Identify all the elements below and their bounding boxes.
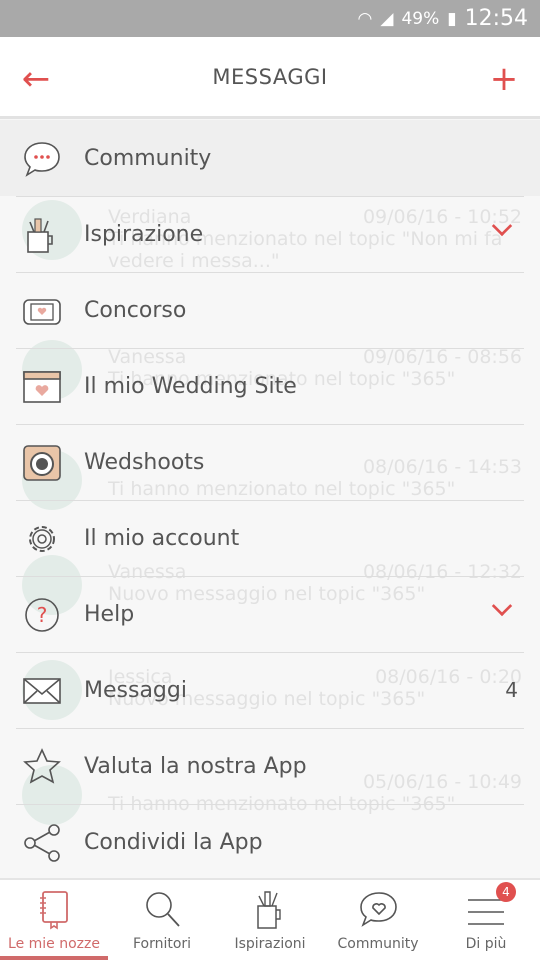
tab-community[interactable]: Community [324, 880, 432, 960]
status-bar: ◠ ◢ 49% ▮ 12:54 [0, 0, 540, 37]
bottom-navigation: Le mie nozze Fornitori Ispirazioni Commu… [0, 878, 540, 960]
tab-label: Ispirazioni [234, 936, 306, 952]
chat-bubble-icon [24, 142, 60, 177]
menu-label: Condividi la App [84, 829, 263, 855]
ticket-icon [23, 299, 61, 325]
battery-percent: 49% [401, 8, 440, 29]
chevron-down-icon[interactable] [491, 215, 513, 237]
page-title: MESSAGGI [212, 64, 328, 89]
menu-label: Ispirazione [84, 221, 204, 247]
menu-item-wedding-site[interactable]: Il mio Wedding Site [0, 348, 540, 424]
help-icon: ? [25, 598, 59, 632]
menu-label: Wedshoots [84, 449, 205, 475]
svg-text:?: ? [37, 603, 48, 627]
arrow-left-icon: ← [21, 59, 51, 99]
add-button[interactable]: + [484, 59, 524, 99]
brush-cup-icon [27, 218, 53, 253]
gear-icon [29, 526, 55, 552]
star-icon [23, 748, 61, 784]
menu-item-wedshoots[interactable]: Wedshoots [0, 424, 540, 500]
menu-label: Il mio Wedding Site [84, 373, 297, 399]
menu-item-messaggi[interactable]: Messaggi 4 [0, 652, 540, 728]
menu-item-community[interactable]: Community [0, 120, 540, 196]
camera-icon [23, 445, 61, 481]
tab-label: Le mie nozze [8, 936, 100, 952]
chevron-down-icon[interactable] [491, 595, 513, 617]
back-button[interactable]: ← [16, 59, 56, 99]
tab-label: Di più [465, 936, 507, 952]
menu-label: Help [84, 601, 135, 627]
plus-icon: + [489, 59, 519, 99]
battery-icon: ▮ [447, 8, 457, 29]
menu-item-share-app[interactable]: Condividi la App [0, 804, 540, 880]
menu-item-account[interactable]: Il mio account [0, 500, 540, 576]
menu-label: Community [84, 145, 212, 171]
website-heart-icon [23, 371, 61, 403]
tab-label: Community [337, 936, 419, 952]
menu-item-rate-app[interactable]: Valuta la nostra App [0, 728, 540, 804]
share-icon [24, 824, 60, 862]
tab-ispirazioni[interactable]: Ispirazioni [216, 880, 324, 960]
envelope-icon [23, 678, 61, 704]
notification-badge: 4 [496, 882, 516, 902]
menu-item-concorso[interactable]: Concorso [0, 272, 540, 348]
menu-label: Messaggi [84, 677, 187, 703]
tab-label: Fornitori [132, 936, 192, 952]
signal-icon: ◢ [380, 8, 394, 29]
menu-item-help[interactable]: ? Help [0, 576, 540, 652]
menu-label: Il mio account [84, 525, 240, 551]
clock: 12:54 [464, 6, 528, 31]
tab-le-mie-nozze[interactable]: Le mie nozze [0, 880, 108, 960]
unread-count: 4 [505, 678, 518, 702]
menu-item-ispirazione[interactable]: Ispirazione [0, 196, 540, 272]
tab-di-piu[interactable]: 4 Di più [432, 880, 540, 960]
brush-cup-icon [257, 891, 281, 929]
tab-fornitori[interactable]: Fornitori [108, 880, 216, 960]
navigation-menu: Community Ispirazione Concorso Il mio We… [0, 120, 540, 880]
search-icon [146, 892, 180, 927]
app-header: ← MESSAGGI + [0, 37, 540, 119]
notebook-icon [40, 891, 68, 930]
heart-chat-icon [360, 892, 397, 927]
menu-label: Concorso [84, 297, 187, 323]
menu-label: Valuta la nostra App [84, 753, 307, 779]
wifi-icon: ◠ [357, 8, 373, 29]
